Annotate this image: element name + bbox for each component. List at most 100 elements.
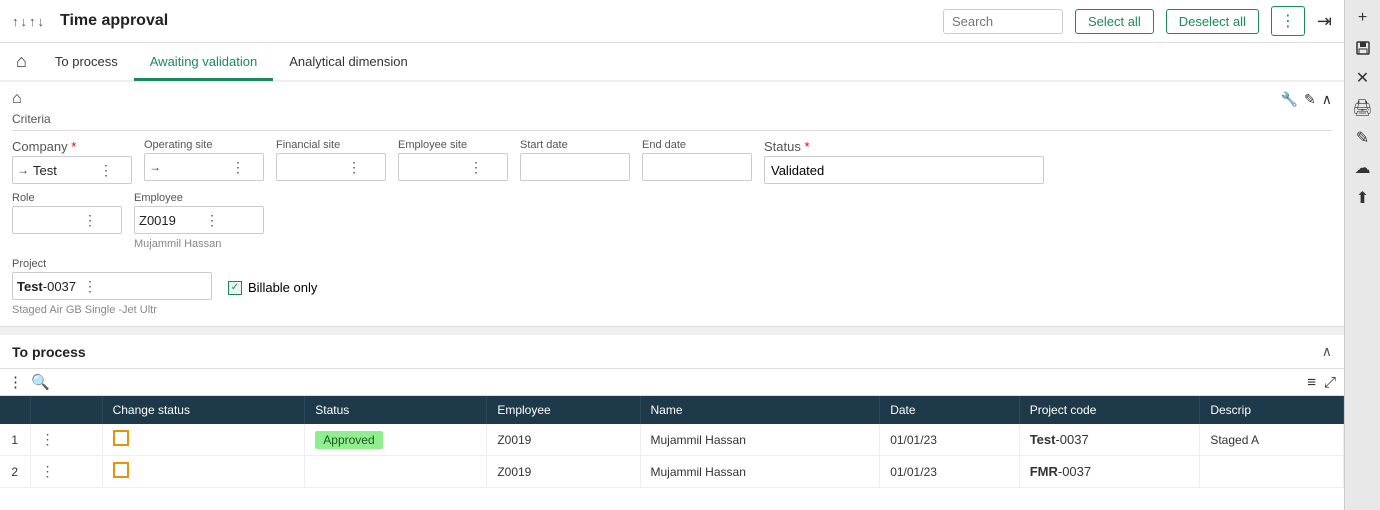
- th-project-code: Project code: [1019, 396, 1200, 424]
- company-dots[interactable]: ⋮: [97, 162, 115, 179]
- table-row: 1 ⋮ Approved Z0019 Mujammil Hassan 01/01…: [0, 424, 1344, 456]
- company-label: Company *: [12, 139, 132, 154]
- page-title: Time approval: [60, 12, 168, 30]
- sidebar-upload-icon[interactable]: ⬆: [1349, 184, 1377, 212]
- right-sidebar: + ✕ 🖨 ✎ ☁ ⬆: [1344, 0, 1380, 510]
- criteria-section: ⌂ 🔧 ✎ ∧ Criteria Company * → Test ⋮: [0, 82, 1344, 327]
- toolbar-dots-icon[interactable]: ⋮: [8, 373, 23, 391]
- employee-label: Employee: [134, 192, 264, 204]
- project-input-row: Test-0037 ⋮: [12, 272, 212, 300]
- to-process-section: To process ∧ ⋮ 🔍 ≡ ⤢ Change status Statu…: [0, 335, 1344, 510]
- search-input[interactable]: [943, 9, 1063, 34]
- table-row: 2 ⋮ Z0019 Mujammil Hassan 01/01/23 FMR-0…: [0, 456, 1344, 488]
- row-change-status-2[interactable]: [102, 456, 305, 488]
- criteria-row-1: Company * → Test ⋮ Operating site → ⋮: [12, 139, 1332, 184]
- sort-down-icon[interactable]: ↓: [21, 14, 28, 29]
- end-date-input[interactable]: [642, 153, 752, 181]
- operating-site-field: Operating site → ⋮: [144, 139, 264, 181]
- row-name-1: Mujammil Hassan: [640, 424, 880, 456]
- tab-analytical-dimension[interactable]: Analytical dimension: [273, 44, 424, 79]
- row-change-status-1[interactable]: [102, 424, 305, 456]
- start-date-field: Start date: [520, 139, 630, 181]
- employee-dots[interactable]: ⋮: [203, 212, 221, 229]
- sidebar-print-icon[interactable]: 🖨: [1349, 94, 1377, 122]
- table-toolbar: ⋮ 🔍 ≡ ⤢: [0, 369, 1344, 396]
- financial-site-label: Financial site: [276, 139, 386, 151]
- criteria-collapse-icon[interactable]: ∧: [1322, 91, 1332, 108]
- status-input[interactable]: [764, 156, 1044, 184]
- row-dots-2[interactable]: ⋮: [30, 456, 102, 488]
- header-dots-button[interactable]: ⋮: [1271, 6, 1305, 36]
- employee-site-label: Employee site: [398, 139, 508, 151]
- criteria-home-icon[interactable]: ⌂: [12, 90, 22, 108]
- sidebar-edit-icon[interactable]: ✎: [1349, 124, 1377, 152]
- sidebar-save-icon[interactable]: [1349, 34, 1377, 62]
- company-field: Company * → Test ⋮: [12, 139, 132, 184]
- sort-up2-icon[interactable]: ↑: [29, 14, 36, 29]
- deselect-all-button[interactable]: Deselect all: [1166, 9, 1259, 34]
- end-date-label: End date: [642, 139, 752, 151]
- op-site-dots[interactable]: ⋮: [229, 159, 247, 176]
- exit-icon[interactable]: ⇥: [1317, 11, 1332, 32]
- employee-value: Z0019: [139, 213, 199, 228]
- sidebar-close-icon[interactable]: ✕: [1349, 64, 1377, 92]
- row-employee-1: Z0019: [487, 424, 640, 456]
- row-num-2: 2: [0, 456, 30, 488]
- billable-checkbox[interactable]: ✓: [228, 281, 242, 295]
- project-label: Project: [12, 258, 212, 270]
- row-desc-1: Staged A: [1200, 424, 1344, 456]
- th-employee: Employee: [487, 396, 640, 424]
- row-status-2: [305, 456, 487, 488]
- toolbar-stack-icon[interactable]: ≡: [1307, 374, 1316, 391]
- th-status: Status: [305, 396, 487, 424]
- sort-down2-icon[interactable]: ↓: [38, 14, 45, 29]
- sidebar-cloud-icon[interactable]: ☁: [1349, 154, 1377, 182]
- company-arrow-icon: →: [17, 163, 29, 177]
- status-label: Status *: [764, 139, 1044, 154]
- row-project-2: FMR-0037: [1019, 456, 1200, 488]
- row-date-1: 01/01/23: [880, 424, 1019, 456]
- row-desc-2: [1200, 456, 1344, 488]
- sidebar-add-icon[interactable]: +: [1349, 4, 1377, 32]
- start-date-label: Start date: [520, 139, 630, 151]
- to-process-header: To process ∧: [0, 335, 1344, 369]
- criteria-edit-icon[interactable]: ✎: [1304, 91, 1316, 108]
- role-field: Role ⋮: [12, 192, 122, 234]
- role-dots[interactable]: ⋮: [81, 212, 99, 229]
- project-value: Test-0037: [17, 279, 77, 294]
- project-row: Project Test-0037 ⋮ Staged Air GB Single…: [12, 258, 1332, 316]
- select-all-button[interactable]: Select all: [1075, 9, 1154, 34]
- financial-site-field: Financial site ⋮: [276, 139, 386, 181]
- tab-awaiting-validation[interactable]: Awaiting validation: [134, 44, 273, 79]
- th-dots: [30, 396, 102, 424]
- billable-label: Billable only: [248, 280, 317, 295]
- nav-home-icon[interactable]: ⌂: [12, 43, 31, 80]
- employee-sub: Mujammil Hassan: [134, 238, 264, 250]
- th-change-status: Change status: [102, 396, 305, 424]
- sort-up-icon[interactable]: ↑: [12, 14, 19, 29]
- criteria-row-2: Role ⋮ Employee Z0019 ⋮ Mujammil Hassan: [12, 192, 1332, 250]
- start-date-input[interactable]: [520, 153, 630, 181]
- project-field: Project Test-0037 ⋮ Staged Air GB Single…: [12, 258, 212, 316]
- th-name: Name: [640, 396, 880, 424]
- data-table: Change status Status Employee Name Date …: [0, 396, 1344, 488]
- toolbar-search-icon[interactable]: 🔍: [31, 373, 50, 391]
- row-employee-2: Z0019: [487, 456, 640, 488]
- tab-to-process[interactable]: To process: [39, 44, 134, 79]
- criteria-wrench-icon[interactable]: 🔧: [1281, 91, 1298, 108]
- row-dots-1[interactable]: ⋮: [30, 424, 102, 456]
- role-label: Role: [12, 192, 122, 204]
- row-status-1: Approved: [305, 424, 487, 456]
- fin-site-dots[interactable]: ⋮: [345, 159, 363, 176]
- header: ↑ ↓ ↑ ↓ Time approval Select all Deselec…: [0, 0, 1344, 43]
- company-value: Test: [33, 163, 93, 178]
- row-project-1: Test-0037: [1019, 424, 1200, 456]
- project-dots[interactable]: ⋮: [81, 278, 99, 295]
- project-sub: Staged Air GB Single -Jet Ultr: [12, 304, 212, 316]
- emp-site-dots[interactable]: ⋮: [467, 159, 485, 176]
- employee-site-field: Employee site ⋮: [398, 139, 508, 181]
- toolbar-expand-icon[interactable]: ⤢: [1324, 374, 1336, 391]
- to-process-collapse-icon[interactable]: ∧: [1322, 343, 1332, 360]
- employee-field: Employee Z0019 ⋮ Mujammil Hassan: [134, 192, 264, 250]
- th-num: [0, 396, 30, 424]
